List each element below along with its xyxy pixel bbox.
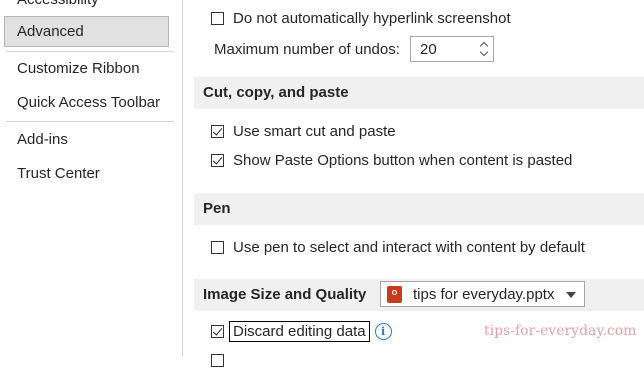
checkbox[interactable] — [211, 11, 224, 25]
info-icon[interactable]: i — [374, 322, 392, 340]
option-label: Show Paste Options button when content i… — [233, 151, 573, 169]
option-label: Use smart cut and paste — [233, 122, 396, 140]
powerpoint-file-icon — [387, 286, 402, 303]
checkbox-checked[interactable] — [211, 153, 224, 167]
option-no-hyperlink-screenshot[interactable]: Do not automatically hyperlink screensho… — [211, 8, 511, 28]
checkbox-checked[interactable] — [211, 124, 224, 138]
option-label: Use pen to select and interact with cont… — [233, 238, 585, 256]
checkbox[interactable] — [211, 240, 224, 254]
undos-spinner[interactable]: 20 — [410, 36, 494, 62]
option-use-pen[interactable]: Use pen to select and interact with cont… — [211, 237, 585, 257]
spin-down-icon[interactable] — [480, 50, 489, 58]
sidebar-divider — [6, 51, 174, 52]
option-discard-editing-data[interactable]: Discard editing data i — [211, 320, 392, 342]
file-name: tips for everyday.pptx — [413, 286, 555, 303]
image-quality-file-dropdown[interactable]: tips for everyday.pptx — [380, 281, 585, 307]
sidebar-item-accessibility[interactable]: Accessibility — [17, 0, 99, 8]
sidebar-item-customize-ribbon[interactable]: Customize Ribbon — [17, 60, 140, 77]
options-sidebar: Accessibility Advanced Customize Ribbon … — [0, 0, 183, 356]
option-paste-options-button[interactable]: Show Paste Options button when content i… — [211, 150, 572, 170]
section-header-cut-copy-paste: Cut, copy, and paste — [194, 77, 644, 109]
options-content: Do not automatically hyperlink screensho… — [194, 0, 644, 367]
checkbox[interactable] — [211, 353, 224, 367]
checkbox-checked[interactable] — [211, 324, 224, 338]
undos-value[interactable]: 20 — [420, 41, 437, 58]
undos-label-row: Maximum number of undos: — [214, 39, 400, 59]
sidebar-item-trust-center[interactable]: Trust Center — [17, 165, 100, 182]
option-label: Do not automatically hyperlink screensho… — [233, 9, 511, 27]
option-partial-next[interactable] — [211, 350, 233, 370]
sidebar-item-quick-access-toolbar[interactable]: Quick Access Toolbar — [17, 94, 160, 111]
sidebar-item-add-ins[interactable]: Add-ins — [17, 131, 68, 148]
sidebar-divider — [6, 121, 174, 122]
sidebar-item-advanced[interactable]: Advanced — [4, 16, 169, 47]
section-header-pen: Pen — [194, 193, 644, 225]
watermark-text: tips-for-everyday.com — [484, 323, 637, 339]
undos-label: Maximum number of undos: — [214, 40, 400, 58]
spin-up-icon[interactable] — [480, 40, 489, 48]
option-label: Discard editing data — [229, 320, 370, 342]
chevron-down-icon[interactable] — [566, 292, 576, 298]
option-smart-cut[interactable]: Use smart cut and paste — [211, 121, 396, 141]
